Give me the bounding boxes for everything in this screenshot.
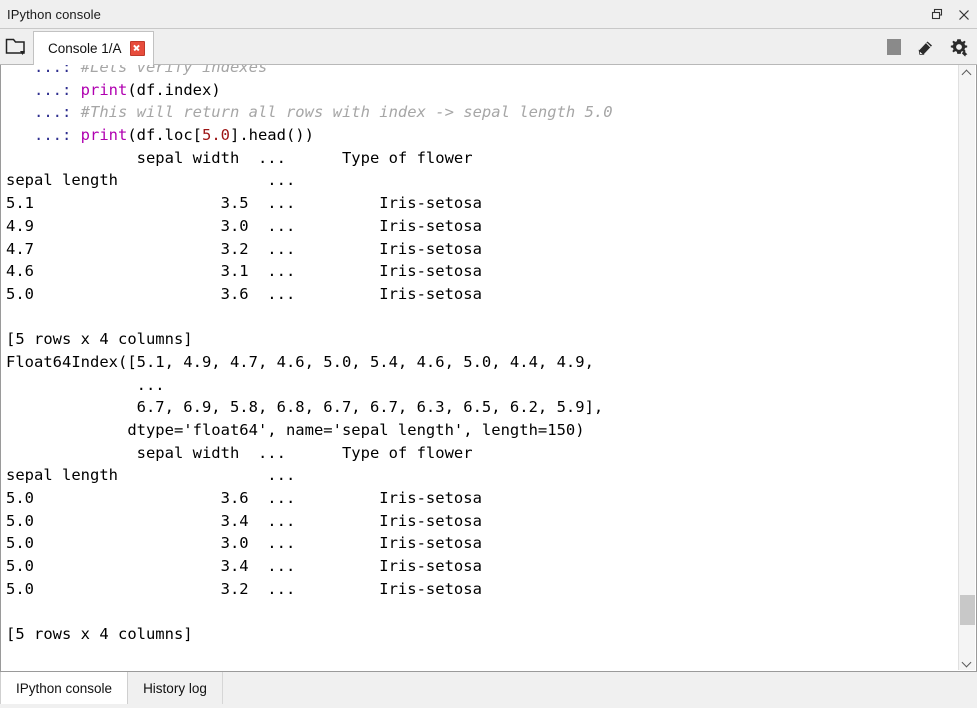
window-titlebar: IPython console <box>0 0 977 29</box>
bottom-tab-label: History log <box>143 680 207 696</box>
console-token-comment: #Lets verify indexes <box>80 65 268 76</box>
console-vertical-scrollbar[interactable] <box>958 65 975 670</box>
console-token-plain: 5.1 3.5 ... Iris-setosa <box>6 194 482 213</box>
options-gear-icon[interactable] <box>949 37 969 57</box>
clear-console-eraser-icon[interactable] <box>915 37 935 57</box>
console-token-plain: (df.loc[ <box>127 126 202 145</box>
console-line: 4.9 3.0 ... Iris-setosa <box>6 215 936 238</box>
console-line: 4.6 3.1 ... Iris-setosa <box>6 260 936 283</box>
console-token-plain: [5 rows x 4 columns] <box>6 625 193 644</box>
close-tab-icon[interactable] <box>129 41 145 56</box>
console-token-plain: 5.0 3.4 ... Iris-setosa <box>6 557 482 576</box>
console-line: 5.0 3.6 ... Iris-setosa <box>6 283 936 306</box>
console-token-prompt: ...: <box>6 80 81 99</box>
console-token-plain: ].head()) <box>229 126 314 145</box>
bottom-tab-label: IPython console <box>16 680 113 696</box>
console-line: ...: #Lets verify indexes <box>6 65 936 79</box>
console-token-num: 5.0 <box>201 126 230 145</box>
console-tab-label: Console 1/A <box>48 41 122 56</box>
console-token-plain: (df.index) <box>127 80 221 99</box>
console-line: ...: print(df.loc[5.0].head()) <box>6 124 936 147</box>
restore-window-icon[interactable] <box>930 7 945 22</box>
window-controls <box>930 0 971 29</box>
window-title: IPython console <box>7 6 102 22</box>
console-toolbar: Console 1/A <box>0 29 977 65</box>
console-line: 5.0 3.0 ... Iris-setosa <box>6 532 936 555</box>
console-token-plain: 5.0 3.0 ... Iris-setosa <box>6 534 482 553</box>
console-token-plain: 6.7, 6.9, 5.8, 6.8, 6.7, 6.7, 6.3, 6.5, … <box>6 398 604 417</box>
bottom-tab-ipython-console[interactable]: IPython console <box>0 672 129 704</box>
bottom-tab-strip: IPython console History log <box>0 672 977 708</box>
tab-console-1a[interactable]: Console 1/A <box>33 31 154 65</box>
console-line: dtype='float64', name='sepal length', le… <box>6 419 936 442</box>
scroll-down-arrow-icon[interactable] <box>959 653 975 670</box>
console-line: sepal width ... Type of flower <box>6 147 936 170</box>
console-token-plain: 5.0 3.6 ... Iris-setosa <box>6 489 482 508</box>
console-output-area[interactable]: ...: #Lets verify indexes ...: print(df.… <box>0 65 977 672</box>
console-line: sepal length ... <box>6 169 936 192</box>
browse-tabs-folder-icon[interactable] <box>5 36 31 58</box>
console-token-prompt: ...: <box>6 103 81 122</box>
console-line: sepal width ... Type of flower <box>6 442 936 465</box>
console-token-prompt: ...: <box>6 126 81 145</box>
scrollbar-thumb[interactable] <box>960 595 975 625</box>
console-token-plain: 5.0 3.2 ... Iris-setosa <box>6 579 482 598</box>
bottom-tab-filler <box>223 672 977 704</box>
console-line: 5.0 3.2 ... Iris-setosa <box>6 578 936 601</box>
console-line: [5 rows x 4 columns] <box>6 328 936 351</box>
console-line: 6.7, 6.9, 5.8, 6.8, 6.7, 6.7, 6.3, 6.5, … <box>6 396 936 419</box>
console-token-plain: 4.9 3.0 ... Iris-setosa <box>6 216 482 235</box>
bottom-tab-history-log[interactable]: History log <box>128 672 223 704</box>
console-text-buffer: ...: #Lets verify indexes ...: print(df.… <box>6 65 936 646</box>
console-token-plain: sepal length ... <box>6 466 482 485</box>
console-line: ...: print(df.index) <box>6 79 936 102</box>
stop-interrupt-icon[interactable] <box>887 39 901 55</box>
console-line: 4.7 3.2 ... Iris-setosa <box>6 238 936 261</box>
scroll-up-arrow-icon[interactable] <box>959 65 975 82</box>
console-line: ... <box>6 374 936 397</box>
console-line: 5.0 3.6 ... Iris-setosa <box>6 487 936 510</box>
console-token-comment: #This will return all rows with index ->… <box>80 103 613 122</box>
console-token-plain: 5.0 3.6 ... Iris-setosa <box>6 284 482 303</box>
console-line: 5.1 3.5 ... Iris-setosa <box>6 192 936 215</box>
console-token-plain: 4.6 3.1 ... Iris-setosa <box>6 262 482 281</box>
console-token-plain: Float64Index([5.1, 4.9, 4.7, 4.6, 5.0, 5… <box>6 352 594 371</box>
console-token-plain: dtype='float64', name='sepal length', le… <box>6 421 585 439</box>
console-token-plain: ... <box>6 375 165 394</box>
console-line: ...: #This will return all rows with ind… <box>6 101 936 124</box>
console-token-plain: sepal width ... Type of flower <box>6 443 473 462</box>
ipython-console-window: IPython console Console 1/A ...: #Lets v… <box>0 0 977 708</box>
toolbar-actions <box>887 29 969 65</box>
console-token-kw: print <box>80 126 128 145</box>
console-token-prompt: ...: <box>6 65 81 76</box>
console-token-plain: 4.7 3.2 ... Iris-setosa <box>6 239 482 258</box>
console-token-plain: 5.0 3.4 ... Iris-setosa <box>6 511 482 530</box>
console-token-plain: [5 rows x 4 columns] <box>6 330 193 349</box>
console-line: 5.0 3.4 ... Iris-setosa <box>6 555 936 578</box>
console-line: sepal length ... <box>6 464 936 487</box>
console-token-plain: sepal width ... Type of flower <box>6 148 473 167</box>
console-line: [5 rows x 4 columns] <box>6 623 936 646</box>
console-line: 5.0 3.4 ... Iris-setosa <box>6 510 936 533</box>
console-token-plain: sepal length ... <box>6 171 482 190</box>
close-window-icon[interactable] <box>956 7 971 22</box>
console-line: Float64Index([5.1, 4.9, 4.7, 4.6, 5.0, 5… <box>6 351 936 374</box>
console-token-kw: print <box>80 80 128 99</box>
